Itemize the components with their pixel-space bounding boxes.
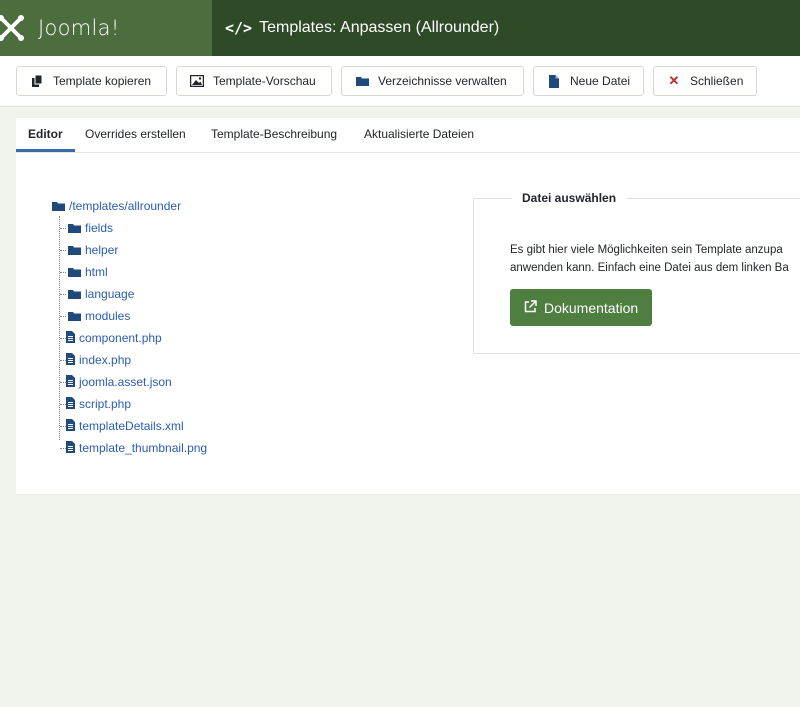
page-titlebar: </> Templates: Anpassen (Allrounder): [212, 0, 800, 56]
tree-folder-item[interactable]: language: [68, 284, 134, 304]
new-file-label: Neue Datei: [570, 74, 631, 88]
tab-editor[interactable]: Editor: [16, 118, 75, 152]
tree-file-item[interactable]: templateDetails.xml: [66, 416, 184, 436]
tree-item-label: fields: [85, 221, 114, 235]
file-icon: [66, 395, 75, 415]
tree-file-item[interactable]: joomla.asset.json: [66, 372, 172, 392]
description-line-2: anwenden kann. Einfach eine Datei aus de…: [510, 262, 789, 274]
tree-item-label: joomla.asset.json: [79, 375, 172, 389]
new-file-button[interactable]: Neue Datei: [533, 66, 644, 96]
tree-connector: [60, 228, 66, 229]
tree-item-label: script.php: [79, 397, 132, 411]
tree-item-label: component.php: [79, 331, 162, 345]
tree-connector: [60, 294, 66, 295]
tree-root-label: /templates/allrounder: [69, 199, 182, 213]
header: Joomla! </> Templates: Anpassen (Allroun…: [0, 0, 800, 56]
manage-folders-label: Verzeichnisse verwalten: [378, 74, 507, 88]
tree-item-label: html: [85, 265, 108, 279]
file-icon: [66, 439, 75, 459]
file-icon: [66, 329, 75, 349]
close-button[interactable]: ✕ Schließen: [653, 66, 757, 96]
tree-item-label: template_thumbnail.png: [79, 441, 208, 455]
folder-icon: [354, 76, 370, 86]
tree-item-label: helper: [85, 243, 119, 257]
file-icon: [546, 74, 562, 88]
description-line-1: Es gibt hier viele Möglichkeiten sein Te…: [510, 244, 783, 256]
preview-template-button[interactable]: Template-Vorschau: [176, 66, 332, 96]
toolbar: Template kopieren Template-Vorschau Verz…: [0, 56, 800, 107]
tree-folder-item[interactable]: html: [68, 262, 108, 282]
documentation-button[interactable]: Dokumentation: [510, 289, 653, 326]
manage-folders-button[interactable]: Verzeichnisse verwalten: [341, 66, 524, 96]
select-file-panel: Datei auswählen Es gibt hier viele Mögli…: [473, 191, 800, 354]
tab-overrides[interactable]: Overrides erstellen: [85, 118, 186, 152]
tree-connector: [60, 316, 66, 317]
folder-icon: [52, 197, 65, 217]
brand-logo[interactable]: Joomla!: [0, 0, 212, 56]
folder-icon: [68, 263, 81, 283]
file-icon: [66, 417, 75, 437]
close-label: Schließen: [690, 74, 744, 88]
copy-icon: [29, 74, 45, 88]
tree-file-item[interactable]: template_thumbnail.png: [66, 438, 207, 458]
file-icon: [66, 351, 75, 371]
tree-root-folder[interactable]: /templates/allrounder: [52, 196, 181, 216]
tree-file-item[interactable]: component.php: [66, 328, 162, 348]
template-editor-card: Editor Overrides erstellen Template-Besc…: [16, 118, 800, 494]
documentation-label: Dokumentation: [544, 299, 639, 316]
file-icon: [66, 373, 75, 393]
folder-icon: [68, 285, 81, 305]
tree-folder-item[interactable]: helper: [68, 240, 118, 260]
page-title: Templates: Anpassen (Allrounder): [259, 19, 500, 36]
copy-template-label: Template kopieren: [53, 74, 152, 88]
image-icon: [189, 75, 205, 87]
tree-connector: [60, 250, 66, 251]
tree-item-label: modules: [85, 309, 131, 323]
brand-name: Joomla!: [38, 16, 120, 40]
tab-template-description[interactable]: Template-Beschreibung: [211, 118, 337, 152]
folder-icon: [68, 219, 81, 239]
copy-template-button[interactable]: Template kopieren: [16, 66, 167, 96]
folder-icon: [68, 307, 81, 327]
tree-connector: [60, 272, 66, 273]
folder-icon: [68, 241, 81, 261]
code-icon: </>: [225, 19, 253, 37]
tab-bar: Editor Overrides erstellen Template-Besc…: [16, 118, 800, 153]
close-icon: ✕: [668, 73, 680, 88]
tree-item-label: language: [85, 287, 135, 301]
tree-item-label: templateDetails.xml: [79, 419, 184, 433]
tree-folder-item[interactable]: fields: [68, 218, 113, 238]
tab-updated-files[interactable]: Aktualisierte Dateien: [364, 118, 474, 152]
tree-item-label: index.php: [79, 353, 132, 367]
joomla-logo-icon: [0, 13, 26, 43]
tree-file-item[interactable]: index.php: [66, 350, 131, 370]
tree-file-item[interactable]: script.php: [66, 394, 131, 414]
select-file-legend: Datei auswählen: [512, 191, 627, 205]
tree-folder-item[interactable]: modules: [68, 306, 130, 326]
preview-template-label: Template-Vorschau: [213, 74, 316, 88]
select-file-description: Es gibt hier viele Möglichkeiten sein Te…: [510, 241, 800, 277]
external-link-icon: [524, 299, 537, 316]
